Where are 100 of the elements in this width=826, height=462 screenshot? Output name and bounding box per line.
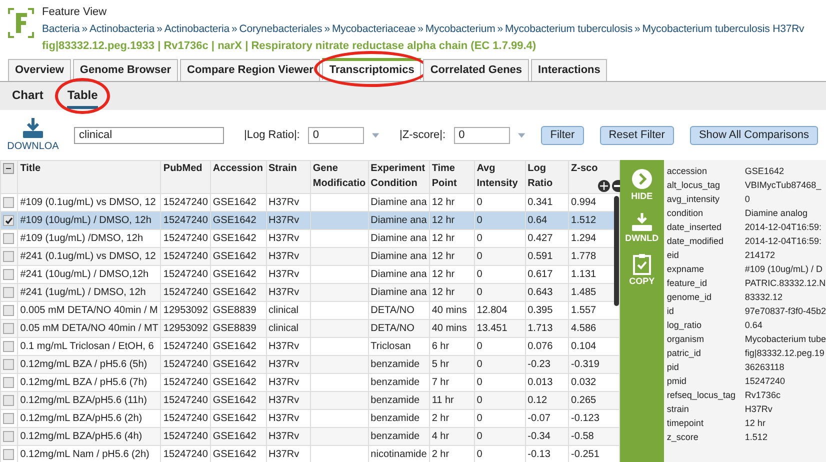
table-cell: DETA/NO (370, 323, 414, 334)
table-row[interactable]: #109 (10ug/mL) / DMSO, 12h 15247240 GSE1642 H37Rv Diamine ana 12 hr 0 0.64 1.512 (0, 212, 620, 230)
breadcrumb-separator: » (156, 22, 162, 37)
page-title: Feature View (42, 5, 108, 20)
table-cell: 15247240 (163, 287, 208, 298)
keyword-field[interactable]: clinical (74, 126, 224, 144)
table-cell: -0.123 (571, 413, 600, 424)
table-cell: 12 hr (432, 233, 455, 244)
table-cell: Diamine ana (370, 233, 427, 244)
table-cell: 12 hr (432, 215, 455, 226)
table-cell: GSE1642 (212, 251, 256, 262)
filter-button[interactable]: Filter (541, 126, 584, 144)
table-row[interactable]: 0.12mg/mL BZA/pH5.6 (4h) 15247240 GSE1642 H37Rv benzamide 4 hr 0 -0.34 -0.58 (0, 428, 620, 446)
breadcrumb-link[interactable]: Mycobacterium (425, 21, 496, 38)
row-checkbox[interactable] (3, 359, 14, 370)
table-cell: 0 (476, 431, 482, 442)
filter-button[interactable]: Reset Filter (600, 126, 674, 144)
table-row[interactable]: 0.12mg/mL BZA / pH5.6 (5h) 15247240 GSE1642 H37Rv benzamide 5 hr 0 -0.23 -0.319 (0, 356, 620, 374)
row-checkbox[interactable] (3, 197, 14, 208)
tab[interactable]: Correlated Genes (423, 58, 530, 81)
table-cell: #241 (1ug/mL) / DMSO, 12h (20, 287, 146, 298)
table-cell: #109 (10ug/mL) / DMSO, 12h (20, 215, 152, 226)
filter-button[interactable]: Show All Comparisons (690, 126, 818, 144)
table-row[interactable]: 0.12mg/mL BZA/pH5.6 (11h) 15247240 GSE1642 H37Rv benzamide 11 hr 0 0.12 0.265 (0, 392, 620, 410)
log-ratio-select[interactable]: 0 (308, 126, 364, 144)
detail-value: VBIMycTub87468_ (744, 179, 822, 192)
breadcrumb-separator: » (634, 22, 640, 37)
table-row[interactable]: #241 (10ug/mL) / DMSO,12h 15247240 GSE1642 H37Rv Diamine ana 12 hr 0 0.617 1.131 (0, 266, 620, 284)
table-row[interactable]: 0.12mg/mL Nam / pH5.6 (2h) 15247240 GSE1642 H37Rv nicotinamide 2 hr 0 -0.13 -0.251 (0, 446, 620, 462)
breadcrumb-link[interactable]: Corynebacteriales (239, 21, 322, 38)
breadcrumb-link[interactable]: Mycobacterium tuberculosis (504, 21, 633, 38)
row-checkbox[interactable] (3, 449, 14, 460)
row-checkbox[interactable] (3, 341, 14, 352)
table-cell: GSE8839 (212, 323, 256, 334)
select-all-checkbox[interactable] (3, 163, 14, 174)
download-button[interactable]: DOWNLOA (8, 116, 58, 154)
tab[interactable]: Overview (8, 58, 71, 81)
table-row[interactable]: 0.05 mM DETA/NO 40min / MT 12953092 GSE8839 clinical DETA/NO 40 mins 13.451 1.713 4.586 (0, 320, 620, 338)
detail-value: 1.512 (744, 431, 768, 444)
detail-key: timepoint (666, 416, 745, 430)
table-cell: 7 hr (432, 377, 450, 388)
table-cell: 0.104 (571, 341, 596, 352)
detail-key: date_modified (666, 234, 745, 248)
column-header[interactable]: Title (18, 160, 161, 194)
row-checkbox[interactable] (3, 395, 14, 406)
table-cell: 40 mins (432, 305, 467, 316)
detail-value: 36263118 (744, 361, 784, 374)
tab[interactable]: Transcriptomics (322, 58, 422, 80)
table-cell: 1.512 (571, 215, 596, 226)
row-checkbox[interactable] (3, 269, 14, 280)
breadcrumb-link[interactable]: Mycobacteriaceae (332, 21, 416, 38)
detail-value: 2014-12-04T16:59: (744, 235, 822, 248)
zscore-select[interactable]: 0 (454, 126, 510, 144)
clipboard-check-icon (632, 253, 652, 275)
tab[interactable]: Compare Region Viewer (180, 58, 320, 81)
row-checkbox[interactable] (3, 431, 14, 442)
breadcrumb-link[interactable]: Mycobacterium tuberculosis H37Rv (642, 21, 804, 38)
caret-icon (518, 132, 526, 138)
caret-icon (372, 132, 380, 138)
detail-key: genome_id (666, 290, 745, 304)
row-checkbox[interactable] (3, 377, 14, 388)
table-cell: H37Rv (268, 413, 300, 424)
table-cell: 0 (476, 233, 482, 244)
table-cell: 0.12mg/mL Nam / pH5.6 (2h) (20, 449, 150, 460)
table-cell: 1.713 (528, 323, 553, 334)
table-cell: 0.12mg/mL BZA/pH5.6 (11h) (20, 395, 147, 406)
table-cell: 12 hr (432, 269, 455, 280)
row-checkbox[interactable] (3, 233, 14, 244)
detail-value: Mycobacterium tube (744, 333, 826, 346)
breadcrumb-link[interactable]: Bacteria (42, 21, 80, 38)
row-checkbox[interactable] (3, 215, 14, 226)
table-row[interactable]: #109 (1ug/mL) /DMSO, 12h 15247240 GSE1642 H37Rv Diamine ana 12 hr 0 0.427 1.294 (0, 230, 620, 248)
breadcrumb-link[interactable]: Actinobacteria (164, 21, 230, 38)
tab[interactable]: Interactions (531, 58, 608, 81)
table-cell: H37Rv (268, 431, 300, 442)
row-checkbox[interactable] (3, 251, 14, 262)
table-cell: Diamine ana (370, 269, 427, 280)
row-checkbox[interactable] (3, 323, 14, 334)
table-cell: 0.341 (528, 197, 553, 208)
detail-key: organism (666, 332, 745, 346)
detail-value: PATRIC.83332.12.N (744, 277, 826, 290)
table-row[interactable]: #241 (1ug/mL) / DMSO, 12h 15247240 GSE1642 H37Rv Diamine ana 12 hr 0 0.643 1.485 (0, 284, 620, 302)
subtab[interactable]: Chart (12, 86, 44, 109)
table-cell: 15247240 (163, 215, 208, 226)
table-cell: 12 hr (432, 197, 455, 208)
row-checkbox[interactable] (3, 413, 14, 424)
tab[interactable]: Genome Browser (72, 58, 178, 81)
table-row[interactable]: 0.12mg/mL BZA / pH5.6 (7h) 15247240 GSE1642 H37Rv benzamide 7 hr 0 0.013 0.032 (0, 374, 620, 392)
table-row[interactable]: 0.12mg/mL BZA/pH5.6 (2h) 15247240 GSE1642 H37Rv benzamide 2 hr 0 -0.07 -0.123 (0, 410, 620, 428)
table-cell: 0.12mg/mL BZA / pH5.6 (5h) (20, 359, 148, 370)
detail-value: 97e70837-f3f0-45b2 (744, 305, 826, 318)
table-row[interactable]: #241 (0.1ug/mL) vs DMSO, 12 15247240 GSE1642 H37Rv Diamine ana 12 hr 0 0.591 1.778 (0, 248, 620, 266)
breadcrumb-link[interactable]: Actinobacteria (89, 21, 155, 38)
detail-value: 12 hr (744, 417, 766, 430)
subtab[interactable]: Table (67, 86, 98, 109)
table-row[interactable]: 0.005 mM DETA/NO 40min / M 12953092 GSE8839 clinical DETA/NO 40 mins 12.804 0.395 1.557 (0, 302, 620, 320)
table-row[interactable]: #109 (0.1ug/mL) vs DMSO, 12 15247240 GSE1642 H37Rv Diamine ana 12 hr 0 0.341 0.994 (0, 194, 620, 212)
row-checkbox[interactable] (3, 305, 14, 316)
table-row[interactable]: 0.1 mg/mL Triclosan / EtOH, 6 15247240 GSE1642 H37Rv Triclosan 6 hr 0 0.076 0.104 (0, 338, 620, 356)
row-checkbox[interactable] (3, 287, 14, 298)
